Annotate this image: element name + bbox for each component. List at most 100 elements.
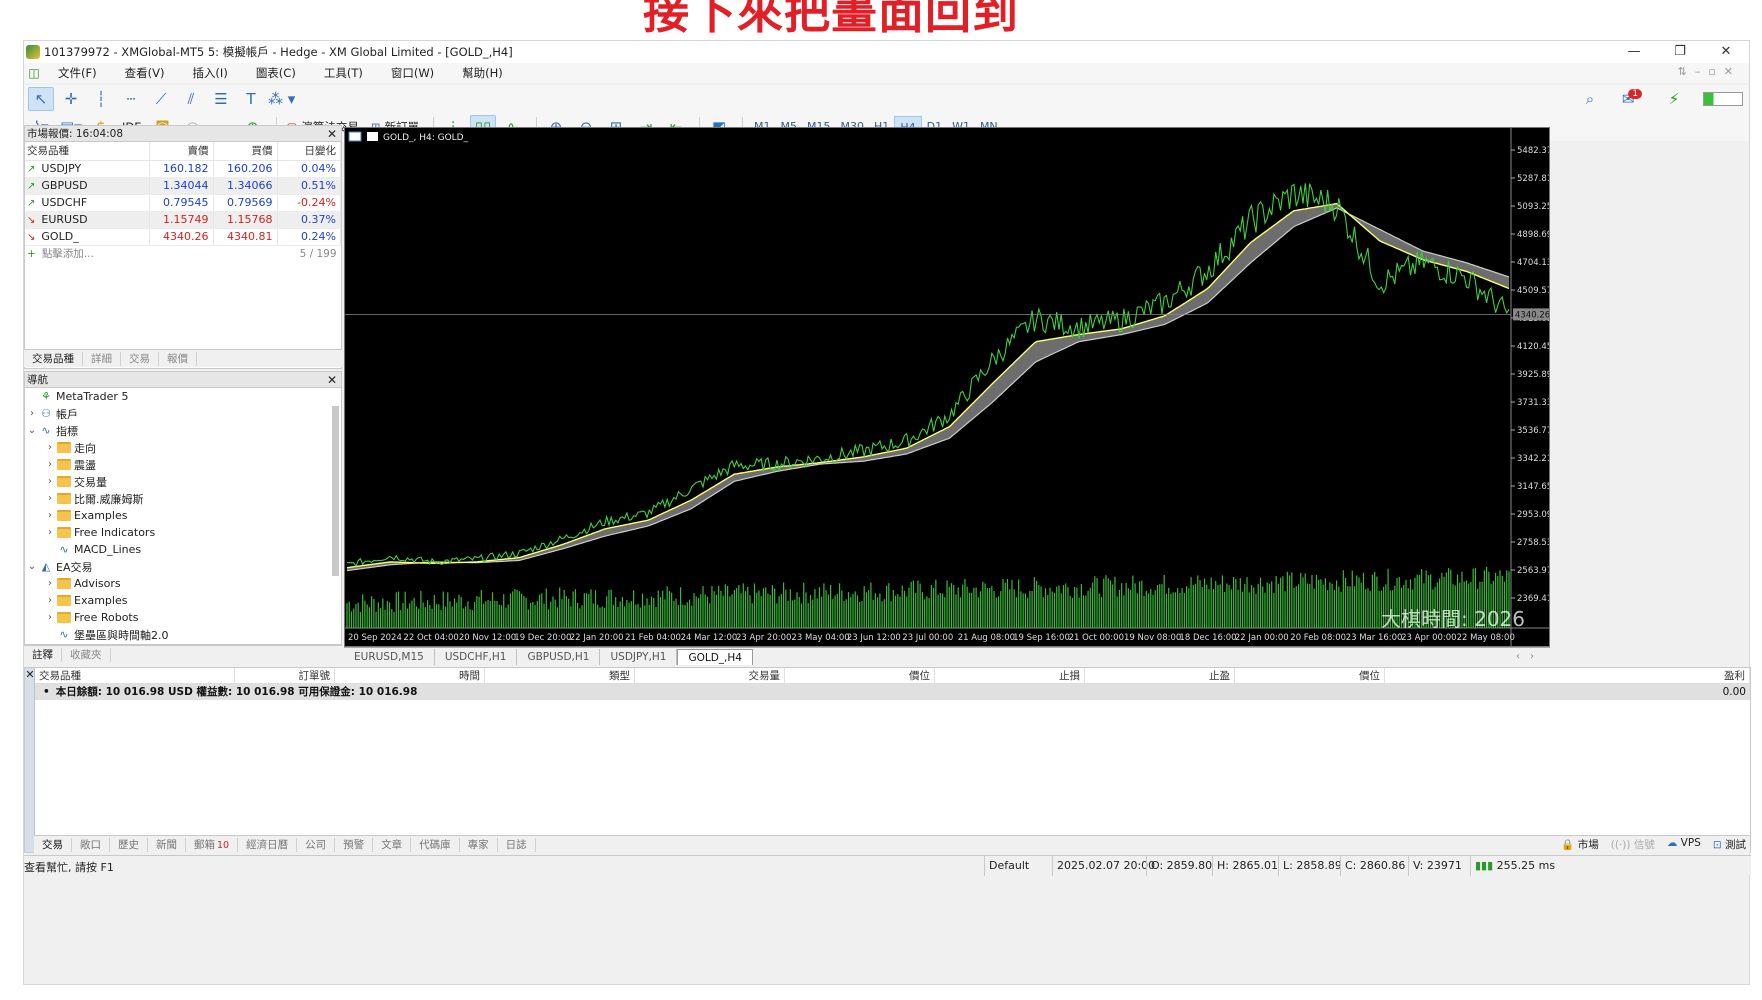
navigator-item[interactable]: › Advisors <box>25 575 341 592</box>
tab-ticks[interactable]: 報價 <box>159 351 197 366</box>
navigator-item[interactable]: › Examples <box>25 507 341 524</box>
toolbox-tab[interactable]: 預警 <box>335 837 374 852</box>
chevron-down-icon[interactable]: ⌄ <box>25 425 39 436</box>
menu-charts[interactable]: 圖表(C) <box>242 65 310 81</box>
navigator-item[interactable]: ⌄ ◭ EA交易 <box>25 558 341 575</box>
col-price[interactable]: 價位 <box>785 668 935 683</box>
market-link[interactable]: 🔒 市場 <box>1561 837 1598 852</box>
navigator-scrollbar[interactable] <box>332 406 339 576</box>
tab-details[interactable]: 詳細 <box>83 351 121 366</box>
navigator-item[interactable]: › 走向 <box>25 439 341 456</box>
chevron-right-icon[interactable]: › <box>43 493 57 504</box>
chevron-right-icon[interactable]: › <box>43 578 57 589</box>
market-watch-row[interactable]: ↗ USDJPY 160.182 160.206 0.04% <box>25 160 341 178</box>
navigator-item[interactable]: › 比爾.威廉姆斯 <box>25 490 341 507</box>
chevron-right-icon[interactable]: › <box>43 510 57 521</box>
signals-link[interactable]: ((·)) 信號 <box>1611 837 1655 852</box>
chart-tab-scroll-icon[interactable]: ‹› <box>1516 651 1544 662</box>
mdi-window-controls[interactable]: ⇅–▫✕ <box>1678 65 1741 78</box>
tab-favorites[interactable]: 收藏夾 <box>62 647 111 662</box>
toolbox-tab[interactable]: 經濟日曆 <box>238 837 298 852</box>
chart-tab-usdjpy[interactable]: USDJPY,H1 <box>600 648 678 665</box>
navigator-item[interactable]: ∿ 堡壘區與時間軸2.0 <box>25 626 341 643</box>
vertical-line-icon[interactable]: ┆ <box>88 87 114 111</box>
navigator-item[interactable]: › 震盪 <box>25 456 341 473</box>
symbol-cell[interactable]: ↘ EURUSD <box>25 211 150 229</box>
toolbox-tab[interactable]: 文章 <box>373 837 412 852</box>
toolbox-tab[interactable]: 歷史 <box>110 837 148 852</box>
add-symbol-row[interactable]: + 點擊添加... 5 / 199 <box>25 245 341 262</box>
chevron-right-icon[interactable]: › <box>25 408 39 419</box>
tester-link[interactable]: ⊡ 測試 <box>1713 837 1746 852</box>
col-current-price[interactable]: 價位 <box>1235 668 1385 683</box>
col-time[interactable]: 時間 <box>335 668 485 683</box>
shapes-icon[interactable]: ⁂ ▾ <box>268 87 295 111</box>
col-bid[interactable]: 賣價 <box>149 142 214 161</box>
search-icon[interactable]: ⌕ <box>1577 87 1603 111</box>
navigator-item[interactable]: › ⚇ 帳戶 <box>25 405 341 422</box>
close-icon[interactable]: ✕ <box>327 372 337 388</box>
price-chart[interactable]: 5482.37 5287.81 5093.25 4898.69 4704.13 4509.… <box>345 128 1549 646</box>
col-ticket[interactable]: 訂單號 <box>235 668 335 683</box>
chart-tab-gold[interactable]: GOLD_,H4 <box>677 648 753 665</box>
chevron-down-icon[interactable]: ⌄ <box>25 561 39 572</box>
chart-window[interactable]: 5482.37 5287.81 5093.25 4898.69 4704.13 4509.… <box>344 127 1550 647</box>
close-button[interactable]: ✕ <box>1703 41 1749 63</box>
cursor-icon[interactable]: ↖ <box>28 87 54 111</box>
signal-strength-icon[interactable]: ⚡ <box>1661 87 1687 111</box>
navigator-item[interactable]: ⌄ ∿ 指標 <box>25 422 341 439</box>
menu-insert[interactable]: 插入(I) <box>178 65 241 81</box>
menu-file[interactable]: 文件(F) <box>44 65 111 81</box>
toolbox-tab[interactable]: 日誌 <box>498 837 536 852</box>
chevron-right-icon[interactable]: › <box>43 476 57 487</box>
chart-tab-gbpusd[interactable]: GBPUSD,H1 <box>517 648 601 665</box>
symbol-cell[interactable]: ↗ GBPUSD <box>25 177 150 195</box>
mdi-icon[interactable]: ◫ <box>24 66 44 80</box>
tab-trading[interactable]: 交易 <box>121 351 159 366</box>
horizontal-line-icon[interactable]: ┄ <box>118 87 144 111</box>
market-watch-row[interactable]: ↗ USDCHF 0.79545 0.79569 -0.24% <box>25 194 341 212</box>
col-volume[interactable]: 交易量 <box>635 668 785 683</box>
toolbox-tab[interactable]: 代碼庫 <box>411 837 460 852</box>
toolbox-tab[interactable]: 公司 <box>297 837 336 852</box>
navigator-item[interactable]: › Free Indicators <box>25 524 341 541</box>
menu-help[interactable]: 幫助(H) <box>448 65 517 81</box>
market-watch-row[interactable]: ↗ GBPUSD 1.34044 1.34066 0.51% <box>25 177 341 195</box>
chevron-right-icon[interactable]: › <box>43 459 57 470</box>
col-type[interactable]: 類型 <box>485 668 635 683</box>
col-tp[interactable]: 止盈 <box>1085 668 1235 683</box>
toolbox-tab[interactable]: 郵箱 10 <box>186 837 239 852</box>
trendline-icon[interactable]: ⟋ <box>148 87 174 111</box>
restore-button[interactable]: ❐ <box>1657 41 1703 63</box>
close-icon[interactable]: ✕ <box>327 126 337 142</box>
chevron-right-icon[interactable]: › <box>43 612 57 623</box>
col-change[interactable]: 日變化 <box>277 142 341 161</box>
channel-icon[interactable]: ⫽ <box>178 87 204 111</box>
chart-tab-usdchf[interactable]: USDCHF,H1 <box>435 648 518 665</box>
navigator-item[interactable]: › Free Robots <box>25 609 341 626</box>
navigator-item[interactable]: ∿ MACD_Lines <box>25 541 341 558</box>
col-symbol[interactable]: 交易品種 <box>25 142 150 161</box>
vps-link[interactable]: ☁ VPS <box>1667 837 1701 852</box>
navigator-item[interactable]: › Examples <box>25 592 341 609</box>
toolbox-tab[interactable]: 敞口 <box>72 837 110 852</box>
symbol-cell[interactable]: ↘ GOLD_ <box>25 228 150 246</box>
chevron-right-icon[interactable]: › <box>43 595 57 606</box>
symbol-cell[interactable]: ↗ USDCHF <box>25 194 150 212</box>
menu-tools[interactable]: 工具(T) <box>310 65 377 81</box>
minimize-button[interactable]: — <box>1611 41 1657 63</box>
chart-tab-eurusd[interactable]: EURUSD,M15 <box>344 648 435 665</box>
fibonacci-icon[interactable]: ☰ <box>208 87 234 111</box>
text-icon[interactable]: T <box>238 87 264 111</box>
toolbox-tab[interactable]: 新聞 <box>148 837 186 852</box>
menu-view[interactable]: 查看(V) <box>111 65 179 81</box>
col-ask[interactable]: 買價 <box>213 142 278 161</box>
menu-window[interactable]: 窗口(W) <box>377 65 448 81</box>
symbol-cell[interactable]: ↗ USDJPY <box>25 160 150 178</box>
crosshair-icon[interactable]: ✛ <box>58 87 84 111</box>
chevron-right-icon[interactable]: › <box>43 442 57 453</box>
close-icon[interactable]: ✕ <box>25 668 35 681</box>
market-watch-row[interactable]: ↘ EURUSD 1.15749 1.15768 0.37% <box>25 211 341 229</box>
navigator-item[interactable]: ⚘ MetaTrader 5 <box>25 388 341 405</box>
col-sl[interactable]: 止損 <box>935 668 1085 683</box>
